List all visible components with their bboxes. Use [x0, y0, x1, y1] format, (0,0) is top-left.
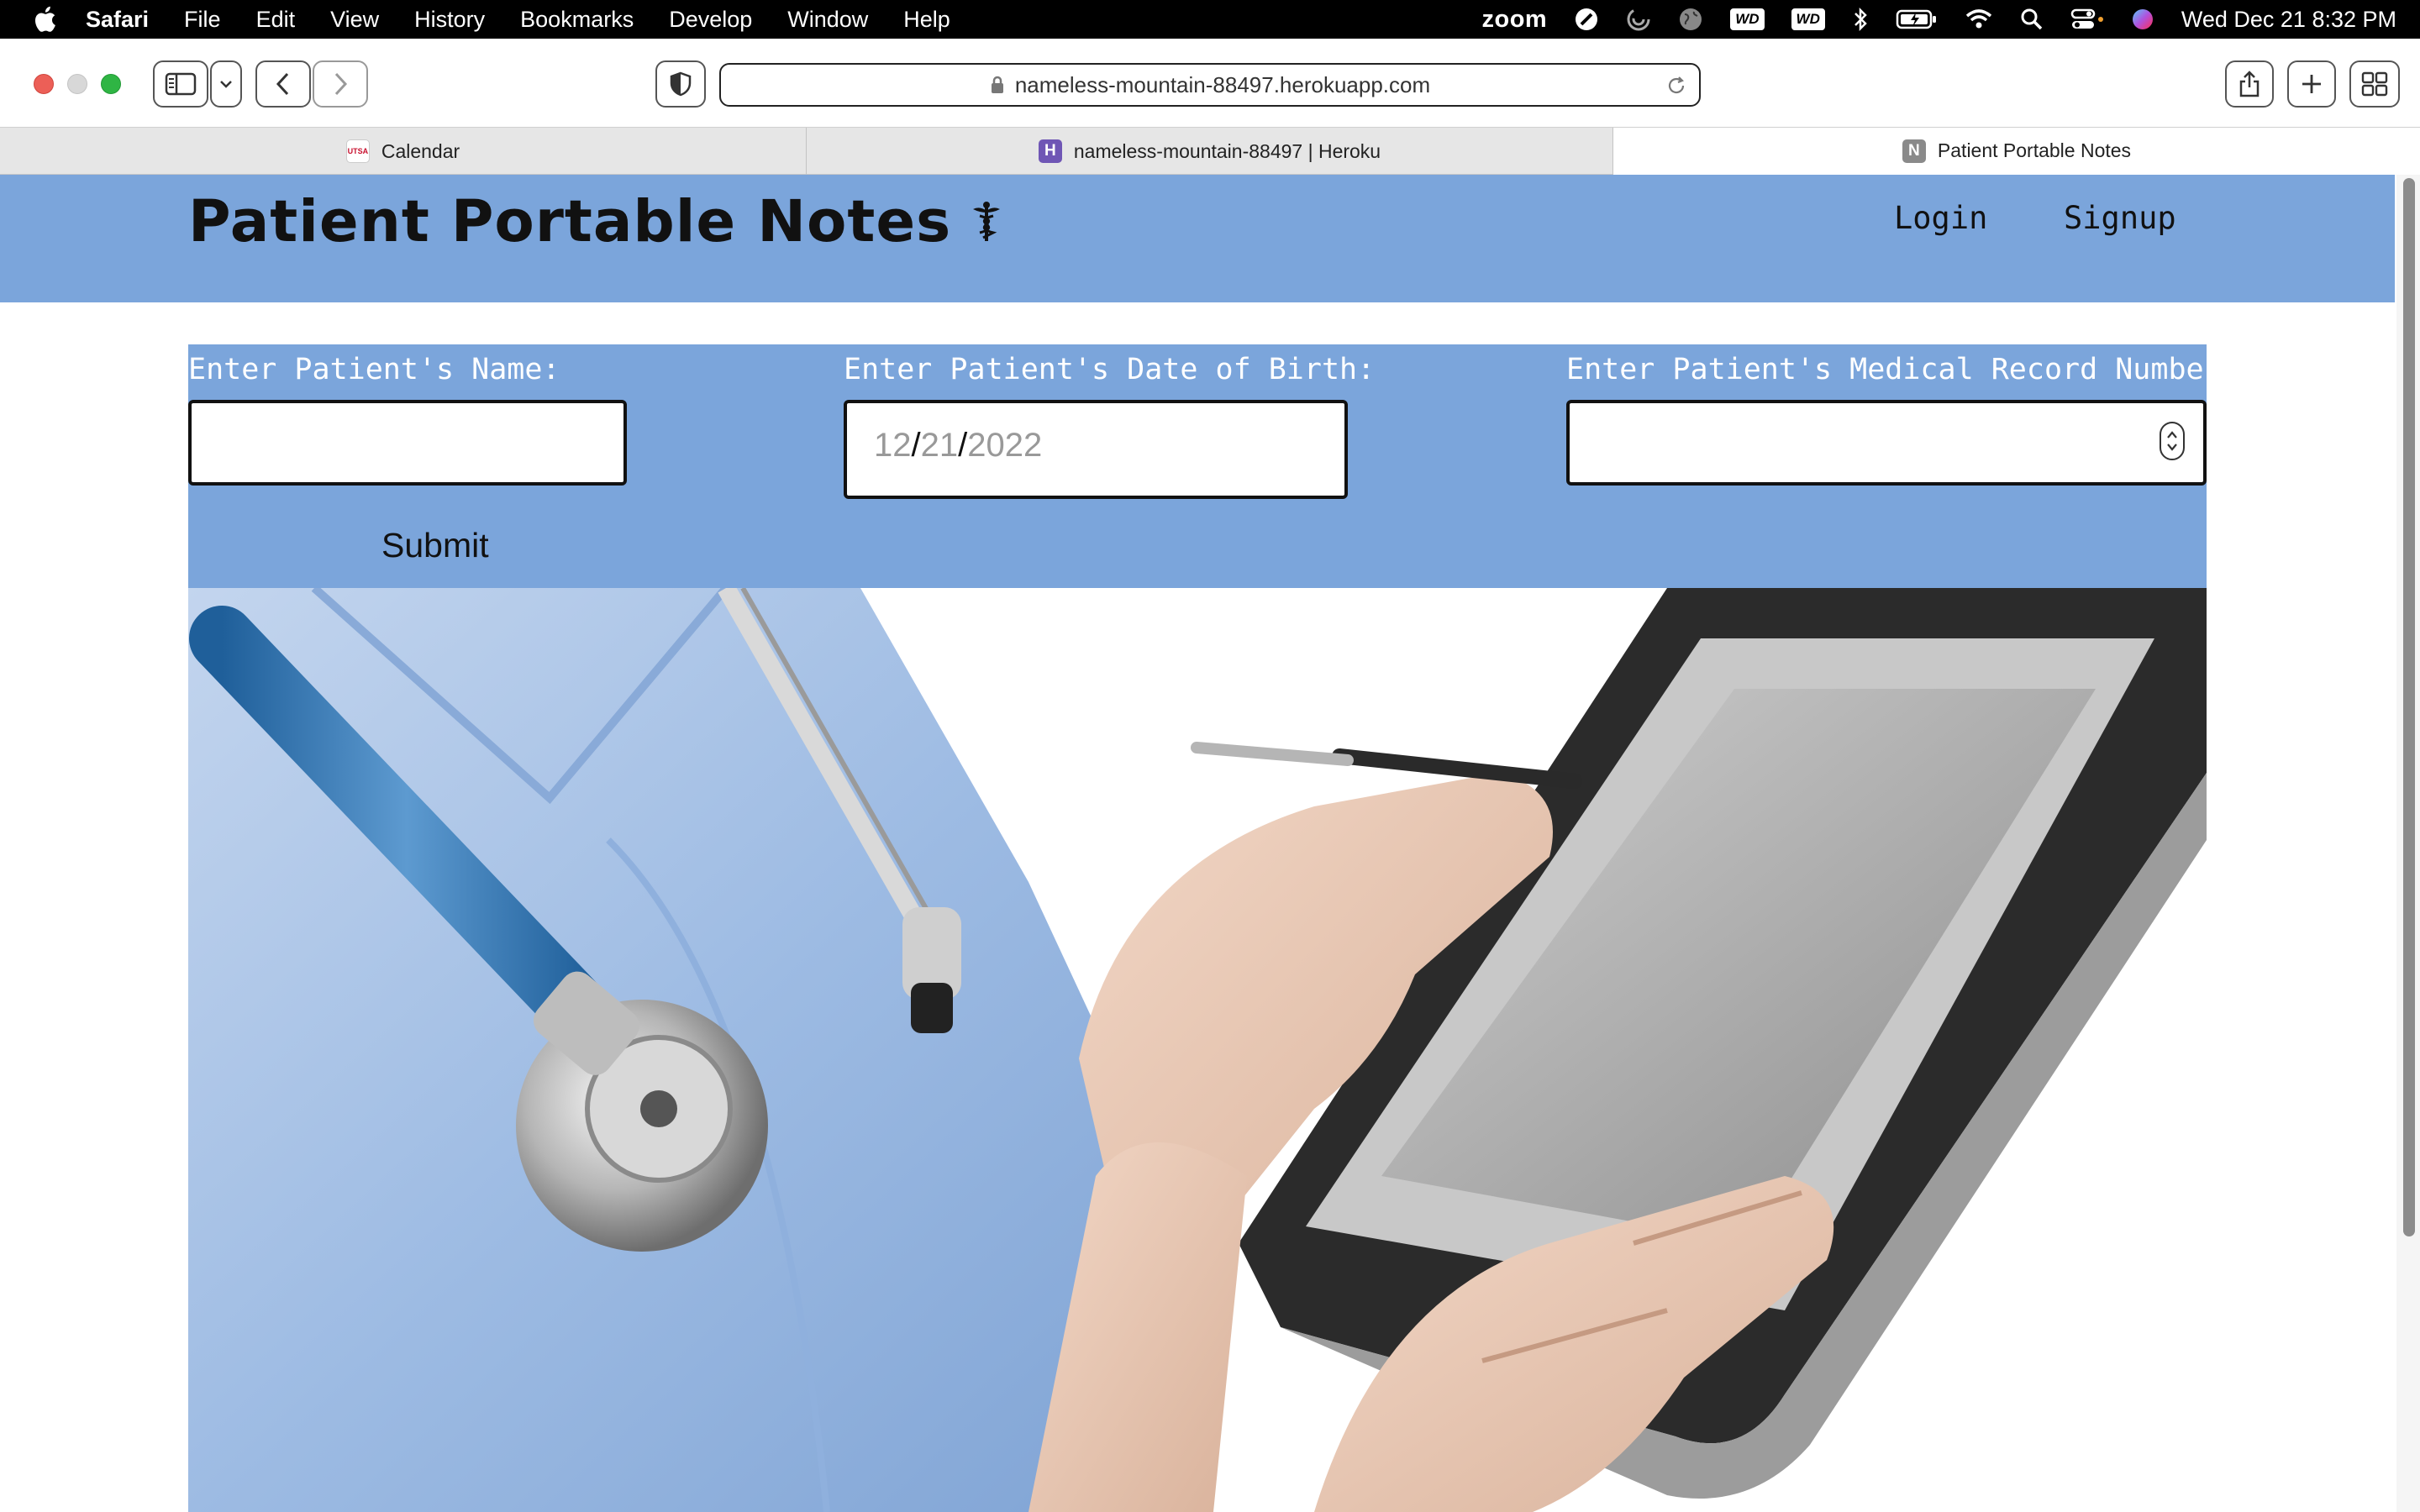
scrollbar-thumb[interactable]: [2403, 178, 2415, 1236]
address-bar-url: nameless-mountain-88497.herokuapp.com: [1014, 71, 1431, 97]
spotlight-search-icon[interactable]: [2020, 0, 2044, 39]
caduceus-icon: [970, 201, 1003, 243]
activity-swirl-icon[interactable]: [1626, 0, 1651, 39]
macos-menu-bar: Safari File Edit View History Bookmarks …: [0, 0, 2420, 39]
web-page: Patient Portable Notes Login Signup Ente…: [0, 175, 2395, 1512]
menu-bookmarks[interactable]: Bookmarks: [520, 7, 634, 33]
tab-patient-portable-notes[interactable]: N Patient Portable Notes: [1613, 128, 2420, 175]
apple-logo-icon[interactable]: [32, 5, 57, 34]
medical-record-number-input[interactable]: [1566, 400, 2207, 486]
menu-help[interactable]: Help: [903, 7, 950, 33]
heroku-favicon-icon: H: [1038, 139, 1062, 163]
wd-drive-label: WD: [1730, 8, 1765, 30]
battery-charging-icon[interactable]: [1896, 0, 1938, 39]
status-menus: zoom WD WD Wed Dec 21 8:32 PM: [1481, 0, 2396, 39]
forward-button[interactable]: [313, 60, 368, 108]
grid-icon: [2361, 71, 2388, 97]
back-button[interactable]: [255, 60, 311, 108]
dob-day[interactable]: 21: [921, 427, 959, 465]
site-header: Patient Portable Notes Login Signup: [0, 175, 2395, 302]
dob-month[interactable]: 12: [874, 427, 912, 465]
date-of-birth-label: Enter Patient's Date of Birth:: [844, 353, 1376, 386]
share-icon: [2239, 71, 2260, 97]
plus-icon: [2302, 75, 2321, 93]
menu-app-name[interactable]: Safari: [86, 7, 149, 33]
address-bar[interactable]: nameless-mountain-88497.herokuapp.com: [719, 63, 1701, 107]
patient-name-label: Enter Patient's Name:: [188, 353, 560, 386]
chevron-left-icon: [276, 72, 289, 96]
menu-history[interactable]: History: [414, 7, 485, 33]
medical-record-number-label: Enter Patient's Medical Record Number:: [1566, 353, 2239, 386]
tab-calendar[interactable]: UTSA Calendar: [0, 128, 807, 175]
chevron-down-icon: [220, 81, 232, 88]
dob-year[interactable]: 2022: [967, 427, 1042, 465]
menubar-clock[interactable]: Wed Dec 21 8:32 PM: [2181, 7, 2396, 33]
siri-icon[interactable]: [2131, 0, 2154, 39]
site-title-text: Patient Portable Notes: [188, 188, 952, 255]
window-minimize-button[interactable]: [67, 74, 87, 94]
window-zoom-button[interactable]: [101, 74, 121, 94]
tab-overview-button[interactable]: [2349, 60, 2400, 108]
date-of-birth-value: 12/21/2022: [874, 427, 1042, 465]
hero-image: [188, 588, 2207, 1512]
number-stepper-icon[interactable]: [2160, 422, 2185, 460]
reload-icon[interactable]: [1665, 75, 1687, 102]
utsa-favicon-icon: UTSA: [345, 139, 370, 163]
no-entry-icon[interactable]: [1574, 0, 1599, 39]
menu-file[interactable]: File: [184, 7, 221, 33]
lock-icon: [990, 75, 1005, 95]
date-of-birth-input[interactable]: 12/21/2022: [844, 400, 1348, 499]
globe-icon[interactable]: [1678, 0, 1703, 39]
patient-search-form: Enter Patient's Name: Enter Patient's Da…: [188, 344, 2239, 588]
tab-label: Calendar: [381, 139, 460, 162]
tab-label: nameless-mountain-88497 | Heroku: [1073, 139, 1381, 162]
menu-view[interactable]: View: [330, 7, 379, 33]
chevron-right-icon: [334, 72, 348, 96]
wd-drive-icon[interactable]: WD: [1730, 0, 1765, 39]
menu-develop[interactable]: Develop: [669, 7, 752, 33]
menu-edit[interactable]: Edit: [256, 7, 296, 33]
patient-name-input[interactable]: [188, 400, 627, 486]
dob-separator: /: [911, 427, 921, 464]
zoom-status-item[interactable]: zoom: [1481, 6, 1547, 34]
tab-heroku[interactable]: H nameless-mountain-88497 | Heroku: [807, 128, 1613, 175]
sidebar-menu-button[interactable]: [210, 60, 242, 108]
signup-link[interactable]: Signup: [2064, 200, 2176, 236]
wd-drive-label-2: WD: [1791, 8, 1825, 30]
sidebar-icon: [165, 72, 197, 96]
window-close-button[interactable]: [34, 74, 54, 94]
wd-drive-icon-2[interactable]: WD: [1791, 0, 1825, 39]
site-title: Patient Portable Notes: [188, 188, 1003, 255]
new-tab-button[interactable]: [2287, 60, 2336, 108]
login-link[interactable]: Login: [1894, 200, 1987, 236]
share-button[interactable]: [2225, 60, 2274, 108]
submit-button[interactable]: Submit: [381, 526, 489, 565]
tab-label: Patient Portable Notes: [1937, 139, 2132, 161]
wifi-icon[interactable]: [1965, 0, 1993, 39]
doctor-with-tablet-illustration: [188, 588, 2207, 1512]
shield-icon: [670, 71, 692, 97]
control-center-icon[interactable]: [2070, 0, 2104, 39]
sidebar-toggle-button[interactable]: [153, 60, 208, 108]
bluetooth-icon[interactable]: [1852, 0, 1869, 39]
dob-separator: /: [958, 427, 968, 464]
privacy-report-button[interactable]: [655, 60, 706, 108]
letter-n-favicon-icon: N: [1902, 139, 1926, 163]
menu-window[interactable]: Window: [787, 7, 868, 33]
tab-bar: UTSA Calendar H nameless-mountain-88497 …: [0, 128, 2420, 175]
page-scrollbar[interactable]: [2396, 175, 2420, 1512]
